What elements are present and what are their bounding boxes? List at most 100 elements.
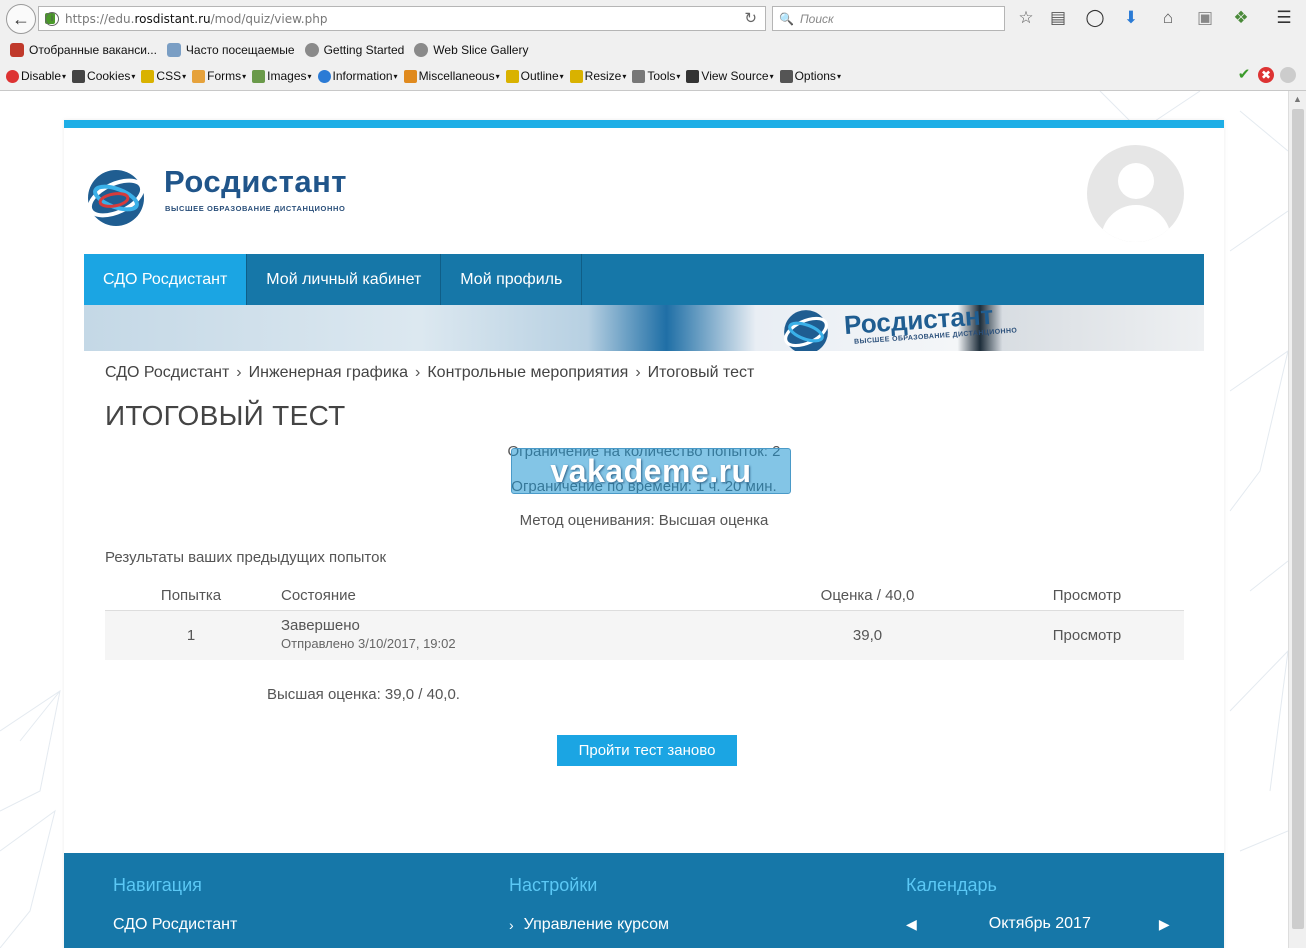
table-row: 1 Завершено Отправлено 3/10/2017, 19:02 … (105, 611, 1184, 660)
dev-menu-outline[interactable]: Outline ▾ (505, 69, 564, 83)
column-header: Оценка / 40,0 (820, 587, 915, 604)
scrollbar-thumb[interactable] (1292, 109, 1304, 929)
bookmark-label: Отобранные ваканси... (29, 43, 157, 57)
browser-chrome: ← i https://edu.rosdistant.ru/mod/quiz/v… (0, 0, 1306, 91)
reload-icon[interactable]: ↻ (744, 9, 757, 27)
dev-menu-miscellaneous[interactable]: Miscellaneous ▾ (403, 69, 500, 83)
dev-menu-images[interactable]: Images ▾ (252, 69, 312, 83)
state-label: Завершено (281, 617, 360, 634)
pocket-icon[interactable]: ◯ (1084, 8, 1106, 28)
review-link[interactable]: Просмотр (1027, 627, 1147, 644)
page-title: ИТОГОВЫЙ ТЕСТ (105, 400, 346, 431)
status-dot-icon[interactable] (1280, 67, 1296, 83)
addon-info-icon[interactable]: ▣ (1194, 8, 1216, 28)
bookmark-item[interactable]: Getting Started (304, 43, 405, 57)
back-button[interactable]: ← (6, 4, 36, 34)
images-icon (252, 69, 266, 83)
bookmark-label: Web Slice Gallery (433, 43, 529, 57)
page-footer: Навигация СДО Росдистант Настройки › Упра… (64, 853, 1224, 948)
bookmark-icon (166, 43, 181, 57)
dev-menu-css[interactable]: CSS ▾ (141, 69, 186, 83)
breadcrumb-item[interactable]: СДО Росдистант (105, 364, 229, 382)
next-month-icon[interactable]: ▶ (1159, 916, 1170, 933)
submitted-time: Отправлено 3/10/2017, 19:02 (281, 636, 456, 651)
bookmark-item[interactable]: Часто посещаемые (166, 43, 295, 57)
dev-menu-label: Forms (207, 69, 242, 83)
retry-quiz-button[interactable]: Пройти тест заново (557, 735, 737, 766)
attempts-table: Попытка Состояние Оценка / 40,0 Просмотр… (105, 580, 1184, 660)
footer-navigation: Навигация СДО Росдистант (113, 875, 237, 934)
column-header: Просмотр (1052, 587, 1122, 604)
forms-icon (192, 69, 206, 83)
web-developer-toolbar: Disable ▾ Cookies ▾ CSS ▾ Forms ▾ Images ▾ In… (0, 63, 1306, 89)
url-text: https://edu.rosdistant.ru/mod/quiz/view.… (65, 11, 328, 26)
dev-menu-cookies[interactable]: Cookies ▾ (72, 69, 135, 83)
options-icon (779, 69, 793, 83)
calendar-nav: ◀ Октябрь 2017 ▶ (906, 915, 1176, 933)
scroll-up-icon[interactable]: ▲ (1293, 94, 1302, 104)
dev-menu-label: Cookies (87, 69, 131, 83)
table-header: Попытка Состояние Оценка / 40,0 Просмотр (105, 580, 1184, 611)
bookmark-label: Getting Started (323, 43, 405, 57)
footer-link-course-admin[interactable]: › Управление курсом (509, 916, 669, 934)
bookmark-item[interactable]: Web Slice Gallery (414, 43, 528, 57)
chevron-right-icon: › (635, 364, 641, 381)
dev-menu-view-source[interactable]: View Source ▾ (686, 69, 774, 83)
search-input[interactable]: 🔍 Поиск (772, 6, 1005, 31)
check-icon[interactable]: ✔ (1236, 67, 1252, 83)
nav-item-dashboard[interactable]: Мой личный кабинет (247, 254, 442, 305)
error-icon[interactable]: ✖ (1258, 67, 1274, 83)
search-icon: 🔍 (779, 11, 794, 26)
dev-menu-information[interactable]: Information ▾ (317, 69, 398, 83)
dev-menu-label: Disable (21, 69, 62, 83)
url-bar[interactable]: i https://edu.rosdistant.ru/mod/quiz/vie… (38, 6, 766, 31)
dev-menu-forms[interactable]: Forms ▾ (192, 69, 246, 83)
site-logo[interactable]: Росдистант ВЫСШЕЕ ОБРАЗОВАНИЕ ДИСТАНЦИОН… (84, 158, 364, 228)
dev-menu-label: Outline (520, 69, 559, 83)
home-icon[interactable]: ⌂ (1157, 8, 1179, 28)
bookmark-star-icon[interactable]: ☆ (1015, 8, 1037, 28)
dev-menu-label: Information (332, 69, 393, 83)
footer-link-home[interactable]: СДО Росдистант (113, 916, 237, 934)
dev-menu-tools[interactable]: Tools ▾ (632, 69, 680, 83)
chevron-right-icon: › (509, 917, 514, 933)
dev-menu-label: Resize (584, 69, 622, 83)
downloads-icon[interactable]: ⬇ (1120, 8, 1142, 28)
content-card: Росдистант ВЫСШЕЕ ОБРАЗОВАНИЕ ДИСТАНЦИОН… (64, 120, 1224, 948)
dev-menu-label: CSS (156, 69, 182, 83)
dev-menu-label: Options (794, 69, 836, 83)
dev-menu-options[interactable]: Options ▾ (779, 69, 841, 83)
breadcrumb-item[interactable]: Контрольные мероприятия (427, 364, 628, 382)
addon-puzzle-icon[interactable]: ❖ (1230, 8, 1252, 28)
reading-list-icon[interactable]: ▤ (1047, 8, 1069, 28)
menu-icon[interactable]: ☰ (1273, 8, 1295, 28)
brand-tagline: ВЫСШЕЕ ОБРАЗОВАНИЕ ДИСТАНЦИОННО (165, 204, 346, 213)
grading-method: Метод оценивания: Высшая оценка (519, 512, 769, 529)
breadcrumb-item[interactable]: Итоговый тест (648, 364, 755, 382)
nav-item-profile[interactable]: Мой профиль (441, 254, 583, 305)
prev-month-icon[interactable]: ◀ (906, 916, 917, 933)
dev-menu-label: Tools (647, 69, 676, 83)
breadcrumb-item[interactable]: Инженерная графика (249, 364, 408, 382)
view-source-icon (686, 69, 700, 83)
avatar[interactable] (1087, 145, 1184, 242)
attempt-number: 1 (186, 627, 196, 644)
vertical-scrollbar[interactable]: ▲ (1288, 91, 1306, 948)
banner-logo-icon (784, 310, 828, 351)
chevron-right-icon: › (236, 364, 242, 381)
nav-item-home[interactable]: СДО Росдистант (84, 254, 248, 305)
bookmark-item[interactable]: Отобранные ваканси... (10, 43, 157, 57)
header-banner: Росдистант ВЫСШЕЕ ОБРАЗОВАНИЕ ДИСТАНЦИОН… (84, 305, 1204, 351)
cookies-icon (72, 69, 86, 83)
avatar-head (1118, 163, 1154, 199)
avatar-body (1101, 205, 1171, 242)
chevron-right-icon: › (415, 364, 421, 381)
site-info-icon[interactable]: i (45, 11, 59, 26)
dev-menu-disable[interactable]: Disable ▾ (6, 69, 66, 83)
bookmarks-toolbar: Отобранные ваканси... Часто посещаемые G… (0, 38, 1306, 62)
column-header: Попытка (160, 587, 222, 604)
back-arrow-icon: ← (12, 8, 30, 29)
attempt-grade: 39,0 (852, 627, 883, 644)
calendar-month: Октябрь 2017 (988, 915, 1091, 932)
dev-menu-resize[interactable]: Resize ▾ (569, 69, 626, 83)
